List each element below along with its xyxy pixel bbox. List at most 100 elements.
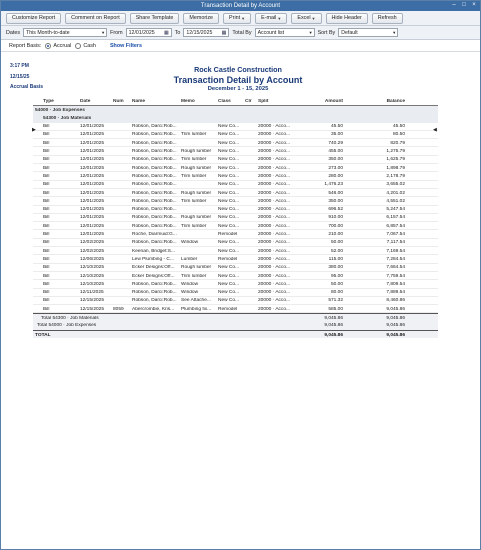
sort-by-select[interactable]: Default ▼ <box>338 28 399 37</box>
table-row[interactable]: Bill 12/01/2025 Robson, Darci:Rob... Trim l… <box>33 172 438 181</box>
cell-type: Bill <box>43 223 50 229</box>
cell-split: 20000 · Acco... <box>258 281 290 287</box>
cell-type: Bill <box>43 149 50 155</box>
table-row[interactable]: Bill 12/01/2025 Robson, Darci:Rob... Trim l… <box>33 197 438 206</box>
cell-name: Robson, Darci:Rob... <box>132 173 177 179</box>
cell-amount: 35.00 <box>330 132 343 138</box>
cell-amount: 280.00 <box>328 173 343 179</box>
cell-date: 12/15/2025 <box>80 298 105 304</box>
table-row[interactable]: Bill 12/10/2025 Ecker Designs:Off... Rough … <box>33 264 438 272</box>
table-row[interactable]: Bill 12/02/2025 Keenan, Bridget:S... New Co… <box>33 247 438 256</box>
company-name: Rock Castle Construction <box>194 65 282 74</box>
column-header-date: Date <box>80 99 91 104</box>
cell-date: 12/01/2025 <box>80 232 105 238</box>
table-row[interactable]: Bill 12/15/2025 Robson, Darci:Rob... See At… <box>33 297 438 306</box>
cell-amount: 455.00 <box>328 149 343 155</box>
refresh-button[interactable]: Refresh <box>371 12 403 24</box>
hide-header-button[interactable]: Hide Header <box>325 12 368 24</box>
table-row[interactable]: Bill 12/01/2025 Robson, Darci:Rob... Rough … <box>33 147 438 156</box>
cell-memo: Rough lumber <box>181 165 212 171</box>
table-row[interactable]: Bill 12/01/2025 Robson, Darci:Rob... New Co… <box>33 206 438 214</box>
excel-button[interactable]: Excel ▼ <box>291 12 322 24</box>
table-row[interactable]: Bill 12/01/2025 Robson, Darci:Rob... New Co… <box>33 123 438 131</box>
calendar-icon[interactable]: ▦ <box>164 29 169 36</box>
cell-date: 12/06/2025 <box>80 256 105 262</box>
from-date-input[interactable]: 12/01/2025 ▦ <box>125 28 172 37</box>
cell-date: 12/11/2025 <box>80 290 104 296</box>
table-row[interactable]: Bill 12/10/2025 Ecker Designs:Off... Trim l… <box>33 272 438 281</box>
to-date-value: 12/15/2025 <box>186 30 213 36</box>
cell-balance: 3,655.02 <box>386 182 405 188</box>
cell-memo: Trim lumber <box>181 198 207 204</box>
cell-amount: 910.00 <box>328 215 343 221</box>
show-filters-link[interactable]: Show Filters <box>110 43 142 49</box>
print-button[interactable]: Print ▼ <box>223 12 252 24</box>
customize-report-button[interactable]: Customize Report <box>6 12 62 24</box>
table-row[interactable]: Bill 12/01/2025 Robson, Darci:Rob... Trim l… <box>33 156 438 165</box>
cell-amount: 696.52 <box>328 207 343 213</box>
cell-date: 12/02/2025 <box>80 248 105 254</box>
report-toolbar: Customize Report Comment on Report Share… <box>1 11 480 26</box>
cell-amount: 546.00 <box>328 190 343 196</box>
table-row[interactable]: Bill 12/01/2025 Robson, Darci:Rob... New Co… <box>33 139 438 148</box>
cell-class: New Co... <box>218 165 240 171</box>
email-button[interactable]: E-mail ▼ <box>255 12 288 24</box>
cell-memo: Rough lumber <box>181 149 212 155</box>
table-row[interactable]: Bill 12/01/2025 Robson, Darci:Rob... Rough … <box>33 189 438 198</box>
minimize-icon[interactable]: – <box>450 2 458 10</box>
accrual-label: Accrual <box>53 42 72 49</box>
cell-balance: 1,625.79 <box>386 157 405 163</box>
close-icon[interactable]: × <box>470 2 478 10</box>
cell-date: 12/10/2025 <box>80 281 105 287</box>
table-row[interactable]: Bill 12/06/2025 Lew Plumbing - C... Lumber R… <box>33 255 438 264</box>
account-group-label: 54000 · Job Expenses <box>35 107 85 113</box>
accrual-radio[interactable]: Accrual <box>45 42 72 49</box>
cell-name: Robson, Darci:Rob... <box>132 182 177 188</box>
table-row[interactable]: Bill 12/01/2025 Robson, Darci:Rob... Trim l… <box>33 131 438 140</box>
cell-class: New Co... <box>218 215 240 221</box>
to-date-input[interactable]: 12/15/2025 ▦ <box>183 28 230 37</box>
chevron-down-icon: ▼ <box>311 15 316 21</box>
cell-memo: Rough lumber <box>181 265 212 271</box>
table-row[interactable]: Bill 12/01/2025 Robson, Darci:Rob... Rough … <box>33 214 438 223</box>
grand-total-row: TOTAL 9,045.86 9,045.86 <box>33 330 438 339</box>
cell-split: 20000 · Acco... <box>258 140 290 146</box>
table-row[interactable]: Bill 12/10/2025 Robson, Darci:Rob... Window… <box>33 280 438 289</box>
cell-class: New Co... <box>218 281 240 287</box>
to-label: To <box>174 29 181 36</box>
table-row[interactable]: Bill 12/01/2025 Robson, Darci:Rob... Trim l… <box>33 222 438 231</box>
cell-balance: 1,275.79 <box>386 149 405 155</box>
cell-name: Lew Plumbing - C... <box>132 256 174 262</box>
share-template-button[interactable]: Share Template <box>129 12 180 24</box>
cell-memo: Window <box>181 281 199 287</box>
table-row[interactable]: Bill 12/01/2025 Robson, Darci:Rob... Rough … <box>33 164 438 173</box>
cell-memo: Lumber <box>181 256 198 262</box>
table-row[interactable]: Bill 12/11/2025 Robson, Darci:Rob... Window… <box>33 289 438 297</box>
dates-select[interactable]: This Month-to-date ▼ <box>23 28 108 37</box>
cell-split: 20000 · Acco... <box>258 232 290 238</box>
calendar-icon[interactable]: ▦ <box>222 29 227 36</box>
dates-value: This Month-to-date <box>26 30 70 36</box>
cell-type: Bill <box>43 124 50 130</box>
table-row[interactable]: Bill 12/15/2025 8059 Abercrombie, Kris... Pl… <box>33 305 438 314</box>
cash-radio[interactable]: Cash <box>75 42 96 49</box>
maximize-icon[interactable]: □ <box>460 2 468 10</box>
cell-name: Ecker Designs:Off... <box>132 273 175 279</box>
cell-date: 12/01/2025 <box>80 140 105 146</box>
cell-memo: Rough lumber <box>181 215 212 221</box>
cell-class: New Co... <box>218 190 240 196</box>
cell-split: 20000 · Acco... <box>258 132 290 138</box>
cell-balance: 8,460.86 <box>386 298 405 304</box>
table-row[interactable]: Bill 12/02/2025 Robson, Darci:Rob... Window… <box>33 239 438 248</box>
table-row[interactable]: Bill 12/01/2025 Robson, Darci:Rob... New Co… <box>33 181 438 189</box>
total-by-select[interactable]: Account list ▼ <box>254 28 315 37</box>
cell-type: Bill <box>43 248 50 254</box>
chevron-down-icon: ▼ <box>308 30 313 35</box>
cell-split: 20000 · Acco... <box>258 149 290 155</box>
memorize-button[interactable]: Memorize <box>183 12 220 24</box>
cell-class: New Co... <box>218 173 240 179</box>
hide-header-label: Hide Header <box>331 14 362 21</box>
comment-on-report-button[interactable]: Comment on Report <box>65 12 126 24</box>
report-basis-bar: Report Basis: Accrual Cash Show Filters <box>1 40 480 52</box>
table-row[interactable]: Bill 12/01/2025 Roche, Diarmuid:G... Remode… <box>33 230 438 239</box>
